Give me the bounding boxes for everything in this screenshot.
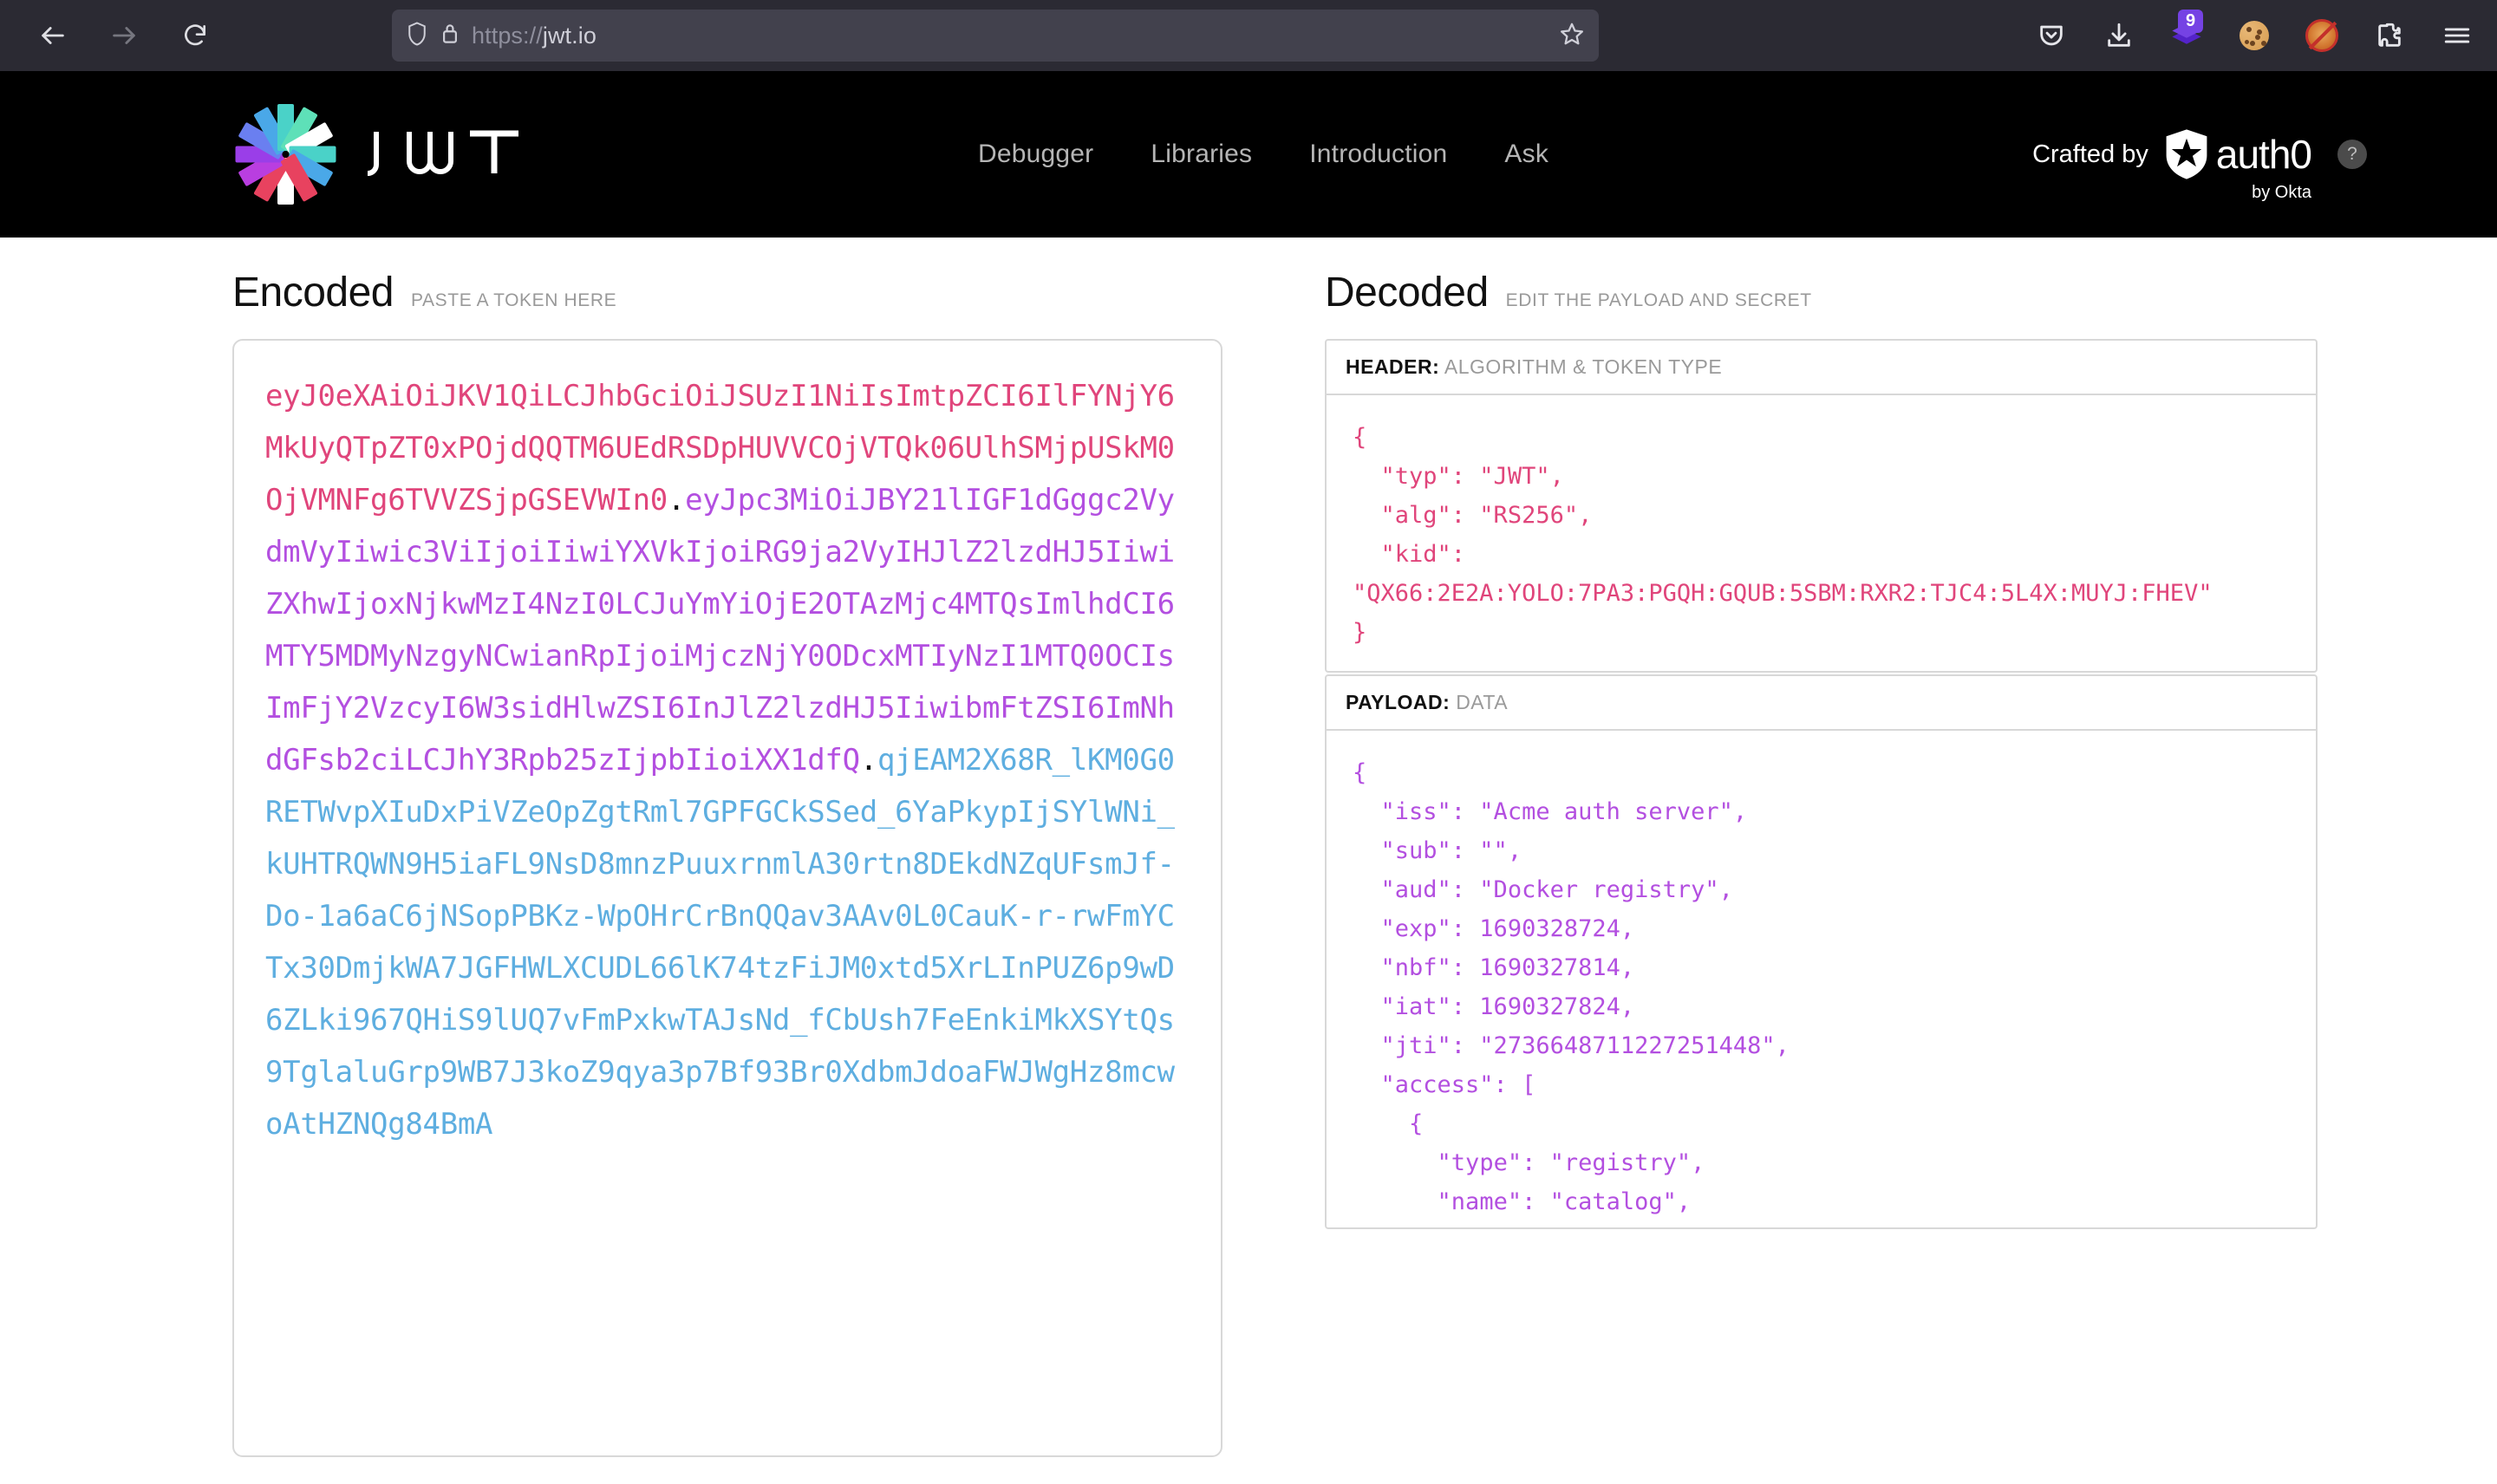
extensions-puzzle-icon[interactable] <box>2365 11 2414 60</box>
decoded-payload-json[interactable]: { "iss": "Acme auth server", "sub": "", … <box>1327 731 2316 1227</box>
star-icon[interactable] <box>1559 21 1585 51</box>
encoded-token-text[interactable]: eyJ0eXAiOiJKV1QiLCJhbGciOiJSUzI1NiIsImtp… <box>265 370 1190 1150</box>
download-icon[interactable] <box>2095 11 2143 60</box>
decoded-header-json[interactable]: { "typ": "JWT", "alg": "RS256", "kid": "… <box>1327 395 2316 671</box>
nav-item-libraries[interactable]: Libraries <box>1151 140 1252 169</box>
encoded-column: Encoded PASTE A TOKEN HERE eyJ0eXAiOiJKV… <box>232 238 1273 1484</box>
reload-icon[interactable] <box>170 10 220 61</box>
jwt-starburst-logo <box>234 103 336 205</box>
cookie-icon[interactable] <box>2230 11 2279 60</box>
main-content: Encoded PASTE A TOKEN HERE eyJ0eXAiOiJKV… <box>0 238 2497 1484</box>
browser-toolbar-actions: 9 <box>2027 10 2481 60</box>
browser-toolbar: https://jwt.io 9 <box>0 0 2497 71</box>
decoded-subtitle: EDIT THE PAYLOAD AND SECRET <box>1505 290 1812 310</box>
decoded-panels: HEADER: ALGORITHM & TOKEN TYPE { "typ": … <box>1325 339 2318 1229</box>
crafted-by-label: Crafted by <box>2032 140 2148 168</box>
decoded-section-header: Decoded EDIT THE PAYLOAD AND SECRET <box>1325 269 2318 316</box>
token-separator-1: . <box>667 483 686 517</box>
encoded-subtitle: PASTE A TOKEN HERE <box>411 290 617 310</box>
nav-item-introduction[interactable]: Introduction <box>1309 140 1447 169</box>
auth0-wordmark: auth0 <box>2215 132 2312 177</box>
crafted-by-auth0: Crafted by auth0 by Okta ? <box>2032 128 2367 202</box>
extension-badge-count: 9 <box>2178 10 2204 33</box>
nav-item-debugger[interactable]: Debugger <box>978 140 1093 169</box>
jwt-wordmark <box>364 130 538 179</box>
by-okta-label: by Okta <box>2252 183 2311 202</box>
help-icon[interactable]: ? <box>2337 140 2367 169</box>
site-header: Debugger Libraries Introduction Ask Craf… <box>0 71 2497 238</box>
pocket-icon[interactable] <box>2027 11 2076 60</box>
decoded-header-sublabel: ALGORITHM & TOKEN TYPE <box>1444 355 1723 378</box>
decoded-header-label-text: HEADER: <box>1346 355 1440 378</box>
extension-stack-icon[interactable]: 9 <box>2162 10 2211 60</box>
hamburger-menu-icon[interactable] <box>2433 11 2481 60</box>
auth0-shield-icon <box>2166 129 2207 179</box>
back-arrow-icon[interactable] <box>28 10 78 61</box>
url-scheme: https:// <box>472 22 543 49</box>
nav-item-ask[interactable]: Ask <box>1504 140 1548 169</box>
jwt-logo-link[interactable] <box>234 103 538 205</box>
navigation-buttons <box>19 10 220 61</box>
encoded-title: Encoded <box>232 270 394 316</box>
noscript-icon[interactable] <box>2298 11 2346 60</box>
decoded-header-label: HEADER: ALGORITHM & TOKEN TYPE <box>1327 341 2316 395</box>
url-text[interactable]: https://jwt.io <box>472 23 1547 49</box>
encoded-section-header: Encoded PASTE A TOKEN HERE <box>232 269 1273 316</box>
padlock-icon[interactable] <box>440 22 460 50</box>
encoded-token-input[interactable]: eyJ0eXAiOiJKV1QiLCJhbGciOiJSUzI1NiIsImtp… <box>232 339 1222 1457</box>
token-payload-segment: eyJpc3MiOiJBY21lIGF1dGggc2VydmVyIiwic3Vi… <box>265 483 1175 778</box>
auth0-logo[interactable]: auth0 by Okta <box>2164 128 2312 202</box>
shield-icon[interactable] <box>406 21 428 51</box>
decoded-payload-label: PAYLOAD: DATA <box>1327 676 2316 731</box>
forward-arrow-icon[interactable] <box>99 10 149 61</box>
address-bar[interactable]: https://jwt.io <box>392 10 1599 62</box>
decoded-header-block: HEADER: ALGORITHM & TOKEN TYPE { "typ": … <box>1325 339 2318 673</box>
token-separator-2: . <box>859 743 877 778</box>
decoded-payload-label-text: PAYLOAD: <box>1346 691 1451 713</box>
decoded-title: Decoded <box>1325 270 1489 316</box>
decoded-column: Decoded EDIT THE PAYLOAD AND SECRET HEAD… <box>1325 238 2318 1484</box>
token-signature-segment: qjEAM2X68R_lKM0G0RETWvpXIuDxPiVZeOpZgtRm… <box>265 743 1175 1142</box>
decoded-payload-block: PAYLOAD: DATA { "iss": "Acme auth server… <box>1325 674 2318 1229</box>
site-nav: Debugger Libraries Introduction Ask <box>978 140 1548 169</box>
url-host: jwt.io <box>542 22 597 49</box>
decoded-payload-sublabel: DATA <box>1456 691 1509 713</box>
